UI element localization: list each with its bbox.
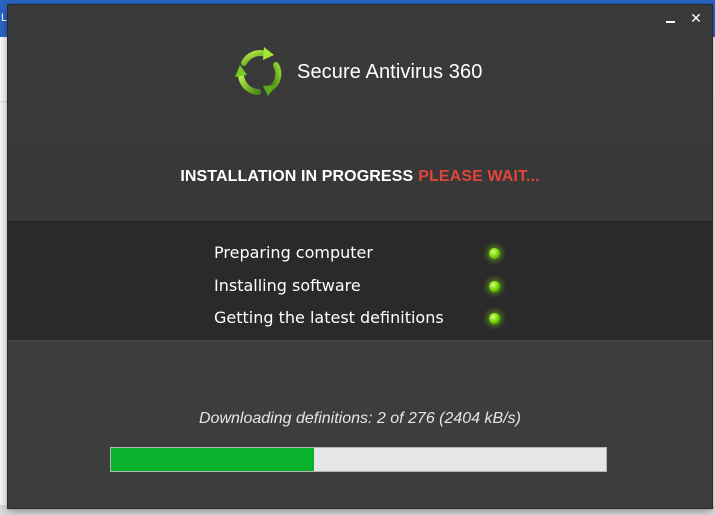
download-progress-bar (110, 447, 607, 472)
installer-window: ✕ Secure Antivirus 360 INSTALLATION IN P… (8, 5, 712, 508)
steps-panel: Preparing computer Installing software G… (8, 221, 712, 341)
minimize-icon[interactable] (664, 11, 676, 25)
recycle-arrows-icon (235, 47, 282, 96)
green-light-icon (489, 281, 500, 292)
step-installing-software: Installing software (214, 276, 514, 300)
download-status-text: Downloading definitions: 2 of 276 (2404 … (199, 410, 521, 427)
close-icon[interactable]: ✕ (690, 11, 702, 25)
installation-status: INSTALLATION IN PROGRESS PLEASE WAIT... (8, 168, 712, 186)
product-name: Secure Antivirus 360 (297, 60, 483, 83)
step-latest-definitions: Getting the latest definitions (214, 308, 514, 332)
window-controls: ✕ (664, 11, 702, 25)
status-main-text: INSTALLATION IN PROGRESS (180, 168, 414, 185)
step-label: Installing software (214, 276, 361, 295)
download-progress-fill (111, 448, 314, 471)
installer-header: ✕ Secure Antivirus 360 INSTALLATION IN P… (8, 5, 712, 221)
brand: Secure Antivirus 360 (230, 43, 482, 101)
step-label: Preparing computer (214, 243, 373, 262)
green-light-icon (489, 313, 500, 324)
status-wait-text: PLEASE WAIT... (418, 168, 540, 185)
step-preparing-computer: Preparing computer (214, 243, 514, 267)
step-label: Getting the latest definitions (214, 308, 444, 327)
background-app-title: L (1, 12, 8, 24)
green-light-icon (489, 248, 500, 259)
